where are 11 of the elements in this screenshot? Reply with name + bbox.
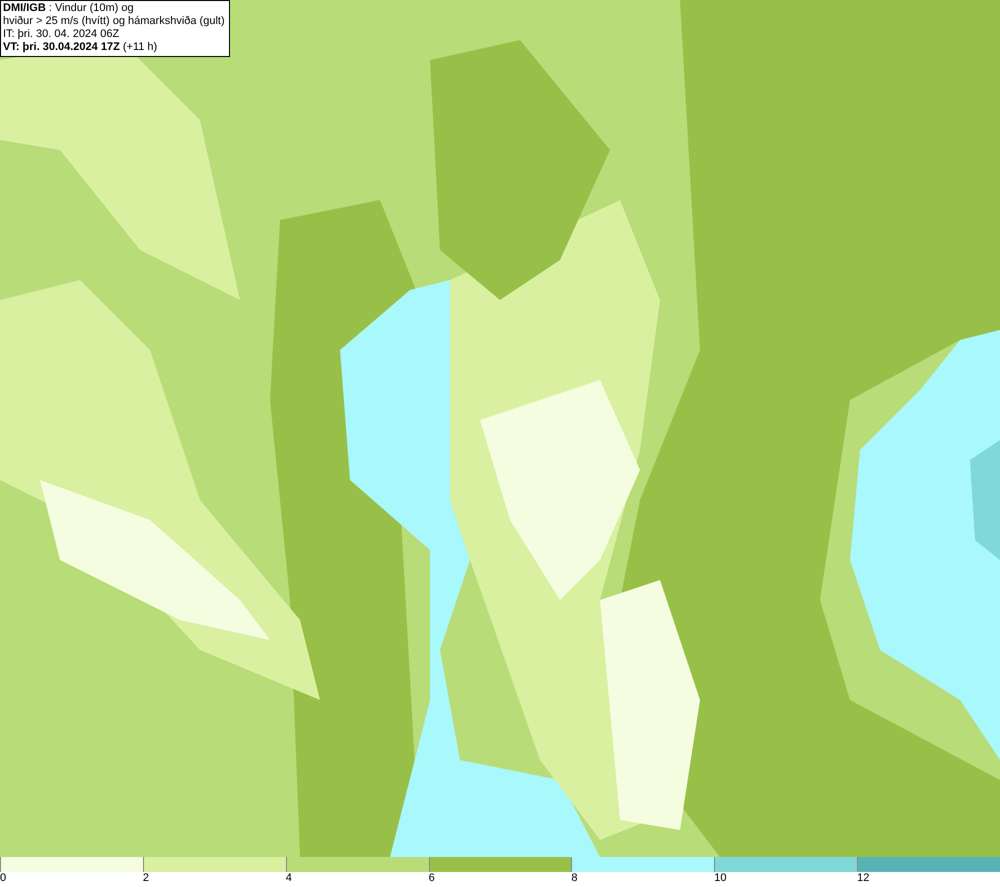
legend-label: 0 [0,872,6,885]
legend-label: 8 [571,872,578,885]
map-title-line: DMI/IGB : Vindur (10m) og [3,2,135,15]
legend-label: 4 [286,872,292,885]
legend-label: 6 [428,872,435,885]
legend-label: 10 [714,872,727,885]
map-title-line: IT: þri. 30. 04. 2024 06Z [3,28,120,41]
legend-label: 2 [142,872,149,885]
map-title-line: hviður > 25 m/s (hvítt) og hámarkshviða (gult) [3,15,225,28]
map-title-line: VT: þri. 30.04.2024 17Z (+11 h) [3,41,158,54]
legend-label: 12 [857,872,870,885]
